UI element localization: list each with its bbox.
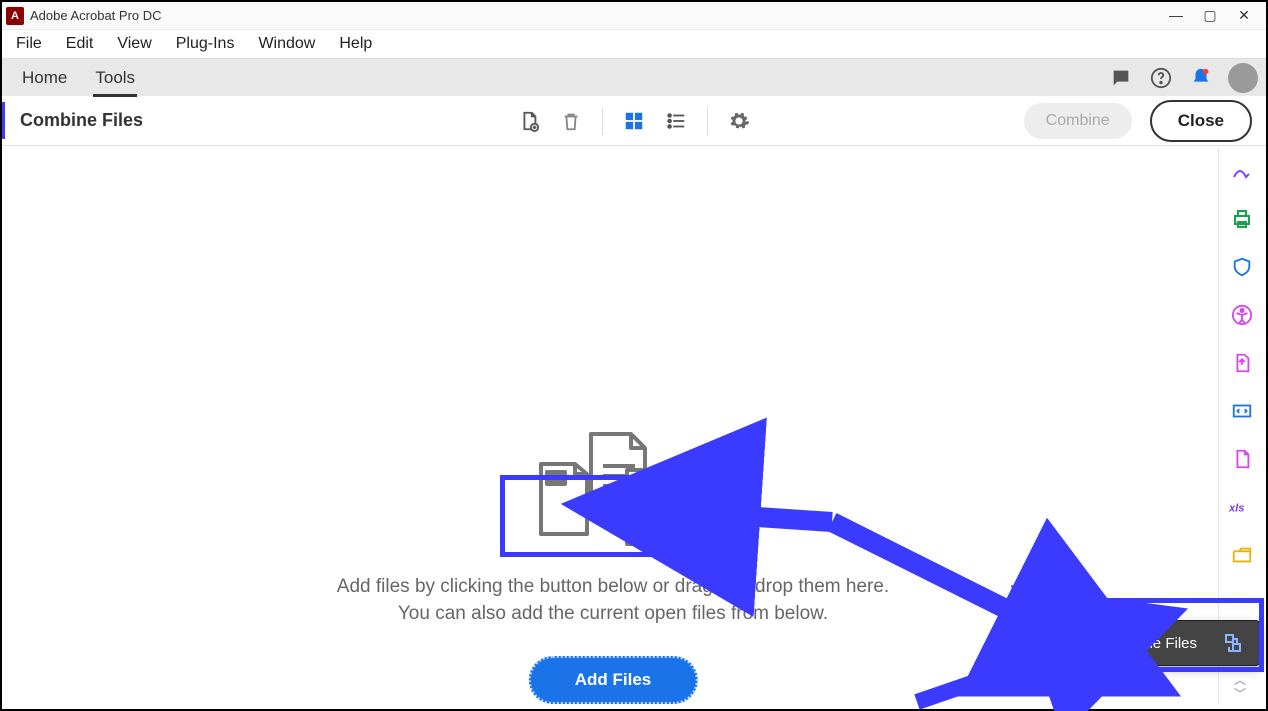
app-title: Adobe Acrobat Pro DC [30, 8, 1168, 23]
svg-text:xls: xls [1229, 503, 1244, 515]
xls-icon[interactable]: xls [1229, 494, 1255, 520]
gear-icon[interactable] [728, 110, 750, 132]
trash-icon[interactable] [560, 110, 582, 132]
files-illustration-icon [533, 428, 693, 561]
menu-help[interactable]: Help [329, 33, 382, 55]
menu-file[interactable]: File [6, 33, 52, 55]
page-icon[interactable] [1229, 446, 1255, 472]
accessibility-icon[interactable] [1229, 302, 1255, 328]
drop-hint-1: Add files by clicking the button below o… [337, 576, 889, 598]
grid-view-icon[interactable] [623, 110, 645, 132]
minimize-button[interactable]: — [1168, 7, 1184, 24]
notifications-icon[interactable] [1188, 65, 1214, 91]
shield-icon[interactable] [1229, 254, 1255, 280]
combine-files-icon [1221, 631, 1245, 655]
export-icon[interactable] [1229, 350, 1255, 376]
tab-tools[interactable]: Tools [81, 59, 149, 97]
edit-sign-icon[interactable] [1229, 158, 1255, 184]
menu-view[interactable]: View [107, 33, 161, 55]
expand-arrows[interactable]: ︿ ﹀ [1230, 675, 1250, 699]
tabbar: Home Tools [2, 58, 1266, 96]
menu-plugins[interactable]: Plug-Ins [166, 33, 245, 55]
avatar[interactable] [1228, 63, 1258, 93]
close-window-button[interactable]: ✕ [1236, 7, 1252, 24]
printer-icon[interactable] [1229, 206, 1255, 232]
toolbar-combine: Combine Files Combine Close [2, 96, 1266, 146]
content-area[interactable]: Add files by clicking the button below o… [10, 148, 1216, 705]
drop-hint-2: You can also add the current open files … [398, 603, 828, 625]
separator [602, 107, 603, 135]
close-button[interactable]: Close [1150, 100, 1252, 142]
combine-files-tooltip[interactable]: Combine Files [1086, 620, 1260, 666]
combine-button: Combine [1024, 103, 1132, 139]
add-file-icon[interactable] [518, 110, 540, 132]
html-icon[interactable] [1229, 398, 1255, 424]
menu-edit[interactable]: Edit [56, 33, 104, 55]
maximize-button[interactable]: ▢ [1202, 7, 1218, 24]
chat-icon[interactable] [1108, 65, 1134, 91]
titlebar: A Adobe Acrobat Pro DC — ▢ ✕ [2, 2, 1266, 30]
separator [707, 107, 708, 135]
folder-icon[interactable] [1229, 542, 1255, 568]
chevron-down-icon[interactable]: ﹀ [1234, 689, 1246, 699]
menu-window[interactable]: Window [248, 33, 325, 55]
app-icon: A [6, 7, 24, 25]
help-icon[interactable] [1148, 65, 1174, 91]
page-title: Combine Files [20, 110, 143, 131]
tooltip-label: Combine Files [1101, 635, 1197, 652]
chevron-up-icon[interactable]: ︿ [1234, 675, 1246, 685]
menubar: File Edit View Plug-Ins Window Help [2, 30, 1266, 58]
tab-home[interactable]: Home [8, 59, 81, 97]
add-files-button[interactable]: Add Files [529, 656, 698, 704]
list-view-icon[interactable] [665, 110, 687, 132]
